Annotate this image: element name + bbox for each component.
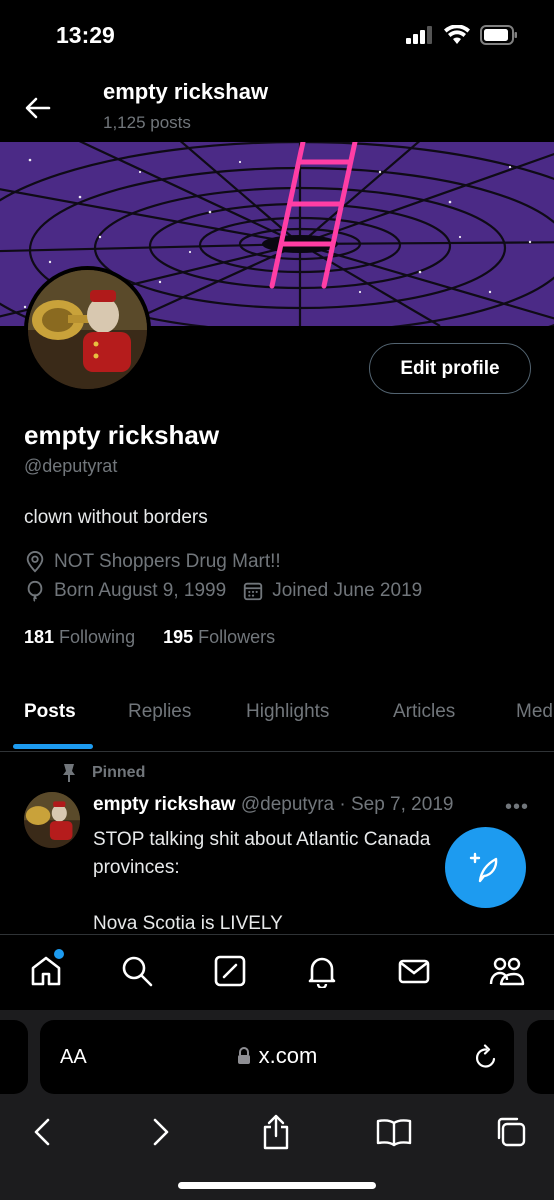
tab-media[interactable]: Media bbox=[516, 701, 554, 723]
share-icon bbox=[263, 1114, 289, 1150]
search-icon bbox=[122, 956, 153, 987]
browser-back-button[interactable] bbox=[22, 1112, 62, 1152]
pinned-label: Pinned bbox=[92, 764, 146, 781]
profile-bio: clown without borders bbox=[24, 507, 208, 528]
home-icon bbox=[31, 956, 61, 986]
calendar-icon bbox=[244, 582, 263, 601]
post-handle-date: @deputyra · Sep 7, 2019 bbox=[240, 794, 454, 815]
following-label: Following bbox=[59, 627, 136, 647]
communities-icon bbox=[489, 957, 525, 986]
bookmarks-button[interactable] bbox=[374, 1112, 414, 1152]
tab-replies[interactable]: Replies bbox=[128, 701, 191, 723]
lock-icon bbox=[237, 1047, 250, 1064]
browser-toolbar bbox=[0, 1102, 554, 1162]
next-tab-peek[interactable] bbox=[527, 1020, 554, 1094]
status-icons bbox=[406, 25, 518, 45]
browser-chrome: AA x.com bbox=[0, 1010, 554, 1200]
followers-label: Followers bbox=[198, 627, 276, 647]
profile-born: Born August 9, 1999 bbox=[54, 580, 227, 601]
born-item: Born August 9, 1999 bbox=[24, 580, 226, 602]
location-pin-icon bbox=[26, 551, 44, 573]
bottom-nav bbox=[0, 934, 554, 1010]
joined-item: Joined June 2019 bbox=[242, 580, 422, 602]
active-tab-indicator bbox=[13, 744, 93, 749]
reload-button[interactable] bbox=[474, 1044, 498, 1075]
compose-button[interactable] bbox=[445, 827, 526, 908]
tab-articles[interactable]: Articles bbox=[393, 701, 455, 723]
nav-search[interactable] bbox=[119, 953, 155, 989]
display-name: empty rickshaw bbox=[24, 420, 220, 450]
profile-header: empty rickshaw 1,125 posts bbox=[0, 70, 554, 142]
post-header: empty rickshaw @deputyra · Sep 7, 2019 bbox=[93, 794, 453, 816]
followers-count: 195 bbox=[163, 627, 194, 647]
nav-communities[interactable] bbox=[489, 953, 525, 989]
bell-icon bbox=[308, 957, 336, 988]
url-bar[interactable]: AA x.com bbox=[40, 1020, 514, 1094]
post-avatar-image bbox=[24, 792, 80, 848]
compose-icon bbox=[469, 852, 497, 882]
back-button[interactable] bbox=[20, 90, 56, 126]
profile-avatar[interactable] bbox=[24, 266, 151, 393]
profile-joined: Joined June 2019 bbox=[272, 580, 423, 601]
home-indicator[interactable] bbox=[178, 1182, 376, 1189]
nav-messages[interactable] bbox=[396, 953, 432, 989]
share-button[interactable] bbox=[256, 1112, 296, 1152]
back-arrow-icon bbox=[25, 97, 51, 119]
avatar-image bbox=[28, 270, 147, 389]
post-author-name[interactable]: empty rickshaw bbox=[93, 794, 236, 815]
status-bar: 13:29 bbox=[0, 0, 554, 70]
nav-grok[interactable] bbox=[212, 953, 248, 989]
profile-location: NOT Shoppers Drug Mart!! bbox=[54, 551, 281, 572]
location-row: NOT Shoppers Drug Mart!! bbox=[24, 551, 281, 573]
browser-forward-button[interactable] bbox=[141, 1112, 181, 1152]
following-count: 181 bbox=[24, 627, 55, 647]
signal-icon bbox=[406, 26, 432, 44]
edit-profile-button[interactable]: Edit profile bbox=[369, 343, 531, 394]
chevron-right-icon bbox=[153, 1118, 169, 1146]
profile-tabs: Posts Replies Highlights Articles Media bbox=[0, 680, 554, 752]
header-post-count: 1,125 posts bbox=[103, 113, 191, 132]
battery-icon bbox=[480, 25, 517, 45]
reload-icon bbox=[475, 1044, 496, 1068]
tabs-button[interactable] bbox=[491, 1112, 531, 1152]
pinned-label-row: Pinned bbox=[60, 763, 145, 783]
status-time: 13:29 bbox=[56, 22, 115, 48]
following-link[interactable]: 181 Following bbox=[24, 627, 135, 648]
profile-handle: @deputyrat bbox=[24, 456, 118, 476]
post-more-icon[interactable]: ••• bbox=[505, 796, 529, 819]
balloon-icon bbox=[27, 580, 43, 602]
nav-notifications[interactable] bbox=[304, 953, 340, 989]
chevron-left-icon bbox=[34, 1118, 50, 1146]
url-text: x.com bbox=[258, 1043, 318, 1068]
header-name: empty rickshaw bbox=[103, 79, 269, 104]
mail-icon bbox=[398, 959, 430, 984]
tabs-icon bbox=[497, 1117, 526, 1147]
post-avatar[interactable] bbox=[24, 792, 80, 848]
book-icon bbox=[376, 1119, 412, 1147]
dates-row: Born August 9, 1999 Joined June 2019 bbox=[24, 580, 422, 602]
pin-icon bbox=[63, 764, 75, 782]
followers-link[interactable]: 195 Followers bbox=[163, 627, 275, 648]
url-display[interactable]: x.com bbox=[40, 1043, 514, 1069]
previous-tab-peek[interactable] bbox=[0, 1020, 28, 1094]
follow-stats: 181 Following 195 Followers bbox=[24, 627, 275, 648]
tab-posts[interactable]: Posts bbox=[24, 701, 76, 723]
tab-highlights[interactable]: Highlights bbox=[246, 701, 329, 723]
home-notification-dot bbox=[54, 949, 64, 959]
wifi-icon bbox=[444, 25, 470, 44]
grok-icon bbox=[214, 955, 246, 987]
